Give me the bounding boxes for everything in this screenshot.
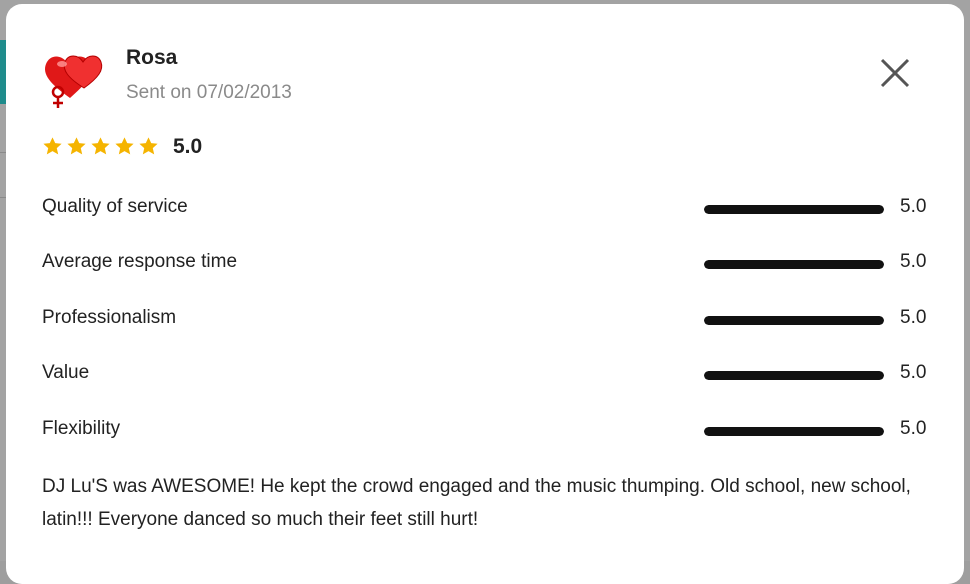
rating-bar-fill — [704, 371, 884, 380]
star-icon — [139, 137, 158, 155]
rating-bar — [704, 205, 884, 214]
rating-value: 5.0 — [900, 418, 927, 439]
close-icon — [880, 58, 910, 88]
rating-label: Value — [42, 362, 90, 383]
review-modal: Rosa Sent on 07/02/2013 5.0 Quality of s… — [6, 4, 964, 584]
rating-label: Flexibility — [42, 418, 121, 439]
rating-bar-fill — [704, 316, 884, 325]
sent-date: Sent on 07/02/2013 — [126, 82, 292, 103]
reviewer-name: Rosa — [126, 46, 178, 69]
rating-label: Professionalism — [42, 307, 177, 328]
star-icon — [115, 137, 134, 155]
rating-bar — [704, 371, 884, 380]
rating-bar-fill — [704, 427, 884, 436]
rating-row-value: Value 5.0 — [42, 362, 932, 392]
rating-label: Average response time — [42, 251, 238, 272]
star-icon — [67, 137, 86, 155]
rating-value: 5.0 — [900, 196, 927, 217]
rating-bar-fill — [704, 205, 884, 214]
rating-value: 5.0 — [900, 362, 927, 383]
rating-value: 5.0 — [900, 251, 927, 272]
rating-row-flexibility: Flexibility 5.0 — [42, 418, 932, 448]
star-icon — [91, 137, 110, 155]
rating-row-response-time: Average response time 5.0 — [42, 251, 932, 281]
rating-row-quality: Quality of service 5.0 — [42, 196, 932, 226]
hearts-avatar-icon — [40, 48, 116, 112]
star-rating — [42, 136, 159, 157]
review-text: DJ Lu'S was AWESOME! He kept the crowd e… — [42, 476, 911, 530]
rating-bar — [704, 316, 884, 325]
rating-bar-fill — [704, 260, 884, 269]
rating-label: Quality of service — [42, 196, 188, 217]
star-icon — [43, 137, 62, 155]
overall-rating-value: 5.0 — [173, 135, 203, 158]
rating-bar — [704, 427, 884, 436]
rating-row-professionalism: Professionalism 5.0 — [42, 307, 932, 337]
close-button[interactable] — [874, 54, 914, 94]
rating-value: 5.0 — [900, 307, 927, 328]
rating-bar — [704, 260, 884, 269]
